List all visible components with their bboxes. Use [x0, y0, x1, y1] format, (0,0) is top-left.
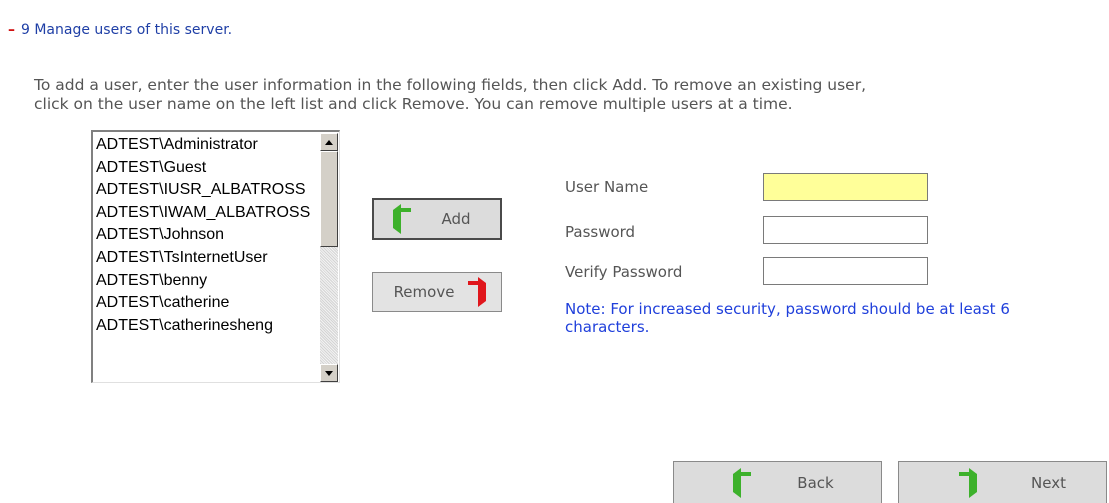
- list-item[interactable]: ADTEST\Johnson: [95, 224, 319, 247]
- list-item[interactable]: ADTEST\TsInternetUser: [95, 247, 319, 270]
- list-item[interactable]: ADTEST\benny: [95, 270, 319, 293]
- remove-button-label: Remove: [393, 283, 455, 301]
- user-name-field[interactable]: [763, 173, 928, 201]
- back-button-label: Back: [797, 473, 834, 492]
- list-item[interactable]: ADTEST\IWAM_ALBATROSS: [95, 202, 319, 225]
- arrow-right-red-icon: [478, 277, 487, 307]
- password-field[interactable]: [763, 216, 928, 244]
- next-button-label: Next: [1031, 473, 1066, 492]
- back-button[interactable]: Back: [673, 461, 882, 503]
- list-item[interactable]: ADTEST\IUSR_ALBATROSS: [95, 179, 319, 202]
- user-name-label: User Name: [565, 178, 649, 196]
- scroll-up-button[interactable]: [320, 133, 338, 151]
- list-item[interactable]: ADTEST\Guest: [95, 157, 319, 180]
- arrow-left-green-icon: [393, 204, 402, 234]
- next-button[interactable]: Next: [898, 461, 1107, 503]
- arrow-right-green-icon: [969, 467, 978, 498]
- verify-password-field[interactable]: [763, 257, 928, 285]
- instructions-line-2: click on the user name on the left list …: [34, 95, 793, 113]
- scroll-down-button[interactable]: [320, 364, 338, 382]
- list-item[interactable]: ADTEST\Administrator: [95, 134, 319, 157]
- step-header[interactable]: –9 Manage users of this server.: [8, 22, 232, 38]
- user-list-items: ADTEST\Administrator ADTEST\Guest ADTEST…: [95, 134, 319, 381]
- list-item[interactable]: ADTEST\catherinesheng: [95, 315, 319, 338]
- password-note: Note: For increased security, password s…: [565, 300, 1010, 336]
- triangle-up-icon: [325, 139, 333, 145]
- instructions-line-1: To add a user, enter the user informatio…: [34, 76, 867, 94]
- add-button-label: Add: [441, 210, 471, 228]
- add-button[interactable]: Add: [372, 198, 502, 240]
- remove-button[interactable]: Remove: [372, 272, 502, 312]
- instructions: To add a user, enter the user informatio…: [34, 76, 1094, 114]
- verify-password-label: Verify Password: [565, 263, 683, 281]
- step-title: 9 Manage users of this server.: [21, 22, 233, 38]
- user-listbox[interactable]: ADTEST\Administrator ADTEST\Guest ADTEST…: [91, 130, 340, 383]
- collapse-toggle[interactable]: –: [8, 22, 15, 38]
- list-item[interactable]: ADTEST\catherine: [95, 292, 319, 315]
- scroll-thumb[interactable]: [320, 151, 338, 247]
- password-label: Password: [565, 223, 636, 241]
- list-scrollbar[interactable]: [320, 133, 338, 382]
- triangle-down-icon: [325, 370, 333, 376]
- arrow-left-green-icon: [733, 467, 742, 498]
